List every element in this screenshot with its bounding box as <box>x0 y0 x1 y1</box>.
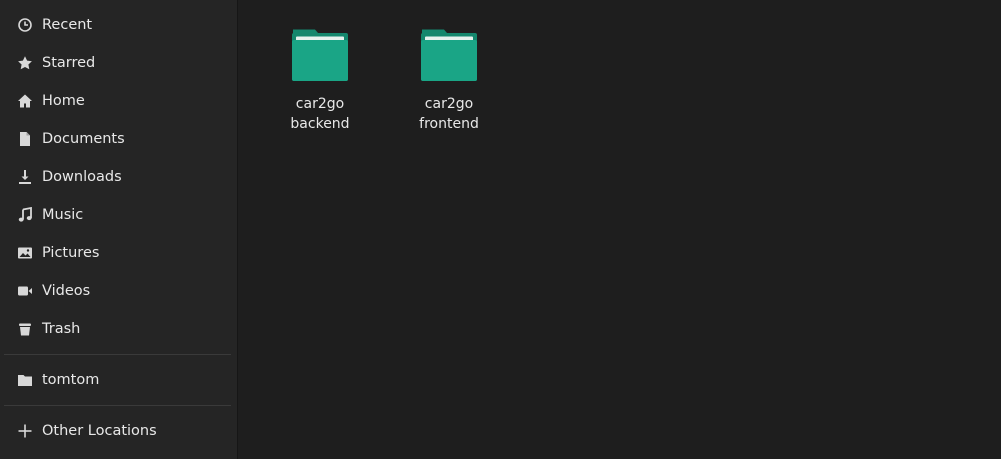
file-name: car2go backend <box>272 94 368 134</box>
video-icon <box>17 283 33 299</box>
sidebar-item-music[interactable]: Music <box>0 196 237 234</box>
file-view: car2go backend car2go frontend <box>238 0 1001 459</box>
plus-icon <box>17 423 33 439</box>
clock-icon <box>17 17 33 33</box>
sidebar-item-starred[interactable]: Starred <box>0 44 237 82</box>
file-grid: car2go backend car2go frontend <box>272 28 497 134</box>
folder-icon <box>421 29 477 81</box>
folder-icon <box>292 29 348 81</box>
trash-icon <box>17 321 33 337</box>
folder-item-car2go-frontend[interactable]: car2go frontend <box>401 28 497 134</box>
sidebar-item-label: Videos <box>42 283 91 299</box>
sidebar-item-documents[interactable]: Documents <box>0 120 237 158</box>
sidebar-item-label: tomtom <box>42 372 100 388</box>
music-icon <box>17 207 33 223</box>
home-icon <box>17 93 33 109</box>
sidebar-item-pictures[interactable]: Pictures <box>0 234 237 272</box>
sidebar-item-trash[interactable]: Trash <box>0 310 237 348</box>
folder-item-car2go-backend[interactable]: car2go backend <box>272 28 368 134</box>
sidebar: Recent Starred Home Documents Downloads <box>0 0 238 459</box>
sidebar-item-tomtom[interactable]: tomtom <box>0 361 237 399</box>
sidebar-item-recent[interactable]: Recent <box>0 6 237 44</box>
sidebar-separator <box>4 405 231 406</box>
sidebar-item-videos[interactable]: Videos <box>0 272 237 310</box>
star-icon <box>17 55 33 71</box>
sidebar-item-label: Trash <box>42 321 81 337</box>
sidebar-separator <box>4 354 231 355</box>
download-icon <box>17 169 33 185</box>
sidebar-item-label: Recent <box>42 17 93 33</box>
file-name-line: car2go <box>424 96 474 112</box>
sidebar-item-downloads[interactable]: Downloads <box>0 158 237 196</box>
folder-icon <box>17 372 33 388</box>
file-name-line: backend <box>290 116 350 132</box>
sidebar-item-label: Documents <box>42 131 125 147</box>
sidebar-item-label: Home <box>42 93 85 109</box>
picture-icon <box>17 245 33 261</box>
sidebar-item-home[interactable]: Home <box>0 82 237 120</box>
sidebar-item-label: Starred <box>42 55 96 71</box>
sidebar-item-label: Other Locations <box>42 423 157 439</box>
file-name: car2go frontend <box>401 94 497 134</box>
sidebar-item-other-locations[interactable]: Other Locations <box>0 412 237 450</box>
sidebar-item-label: Pictures <box>42 245 100 261</box>
file-name-line: frontend <box>419 116 479 132</box>
document-icon <box>17 131 33 147</box>
file-manager-window: Recent Starred Home Documents Downloads <box>0 0 1001 459</box>
sidebar-item-label: Downloads <box>42 169 122 185</box>
file-name-line: car2go <box>295 96 345 112</box>
sidebar-item-label: Music <box>42 207 84 223</box>
